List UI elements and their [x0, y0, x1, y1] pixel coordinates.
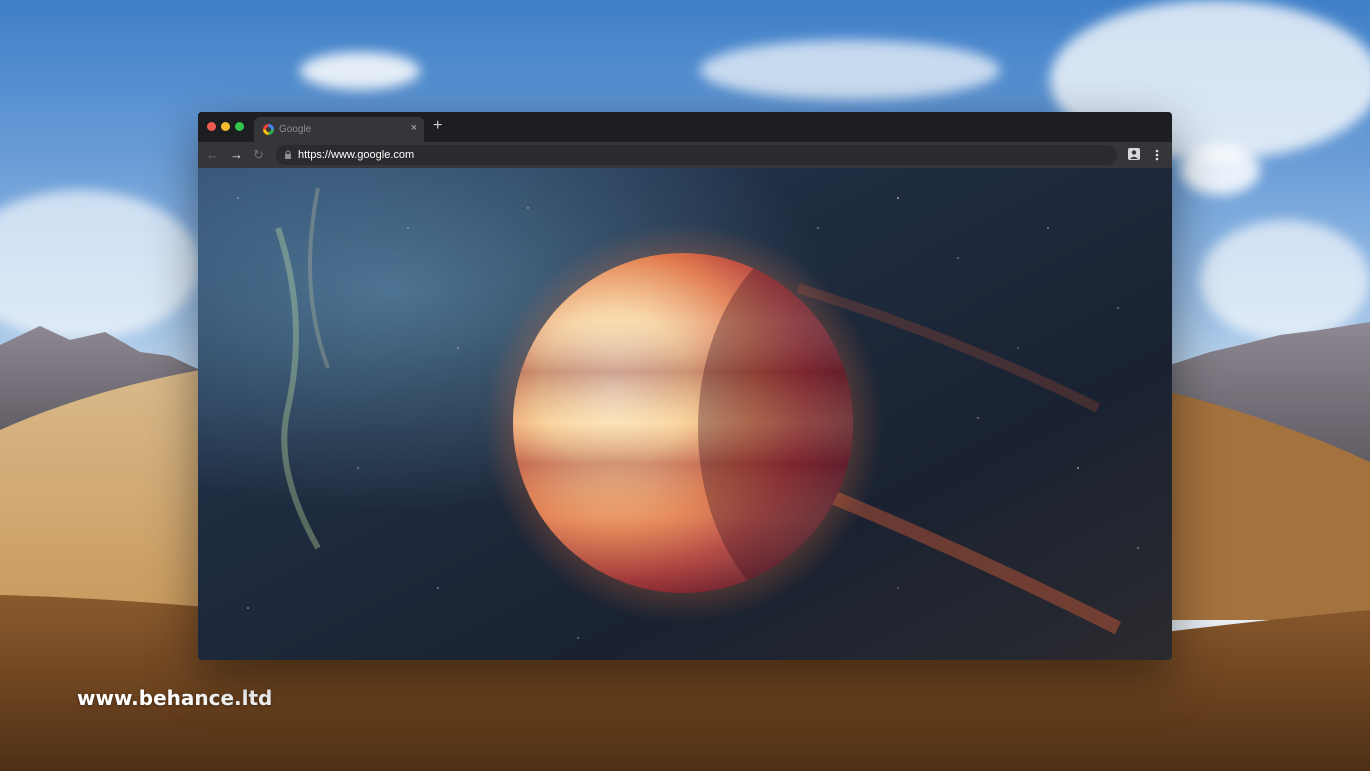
tab-title: Google — [279, 124, 312, 135]
page-viewport — [198, 168, 1172, 660]
address-bar[interactable]: https://www.google.com — [276, 145, 1117, 165]
profile-icon[interactable] — [1127, 147, 1141, 161]
reload-button[interactable]: ↻ — [253, 148, 264, 161]
maximize-window-button[interactable] — [235, 122, 244, 131]
tab-close-icon[interactable]: × — [411, 122, 417, 134]
watermark-text: www.behance.ltd — [77, 686, 273, 710]
lock-icon — [285, 150, 291, 159]
new-tab-button[interactable]: + — [433, 118, 442, 134]
browser-toolbar: ← → ↻ https://www.google.com — [198, 142, 1172, 168]
browser-window: Google × + ← → ↻ https://www.google.com — [198, 112, 1172, 660]
minimize-window-button[interactable] — [221, 122, 230, 131]
url-text[interactable]: https://www.google.com — [298, 149, 414, 161]
back-button[interactable]: ← — [206, 148, 219, 161]
menu-icon[interactable] — [1151, 147, 1163, 163]
close-window-button[interactable] — [207, 122, 216, 131]
tab-bar: Google × + — [198, 112, 1172, 142]
space-planet-wallpaper — [198, 168, 1172, 660]
tab-google[interactable]: Google × — [254, 117, 424, 142]
google-g-icon — [263, 124, 274, 135]
forward-button[interactable]: → — [230, 148, 243, 161]
